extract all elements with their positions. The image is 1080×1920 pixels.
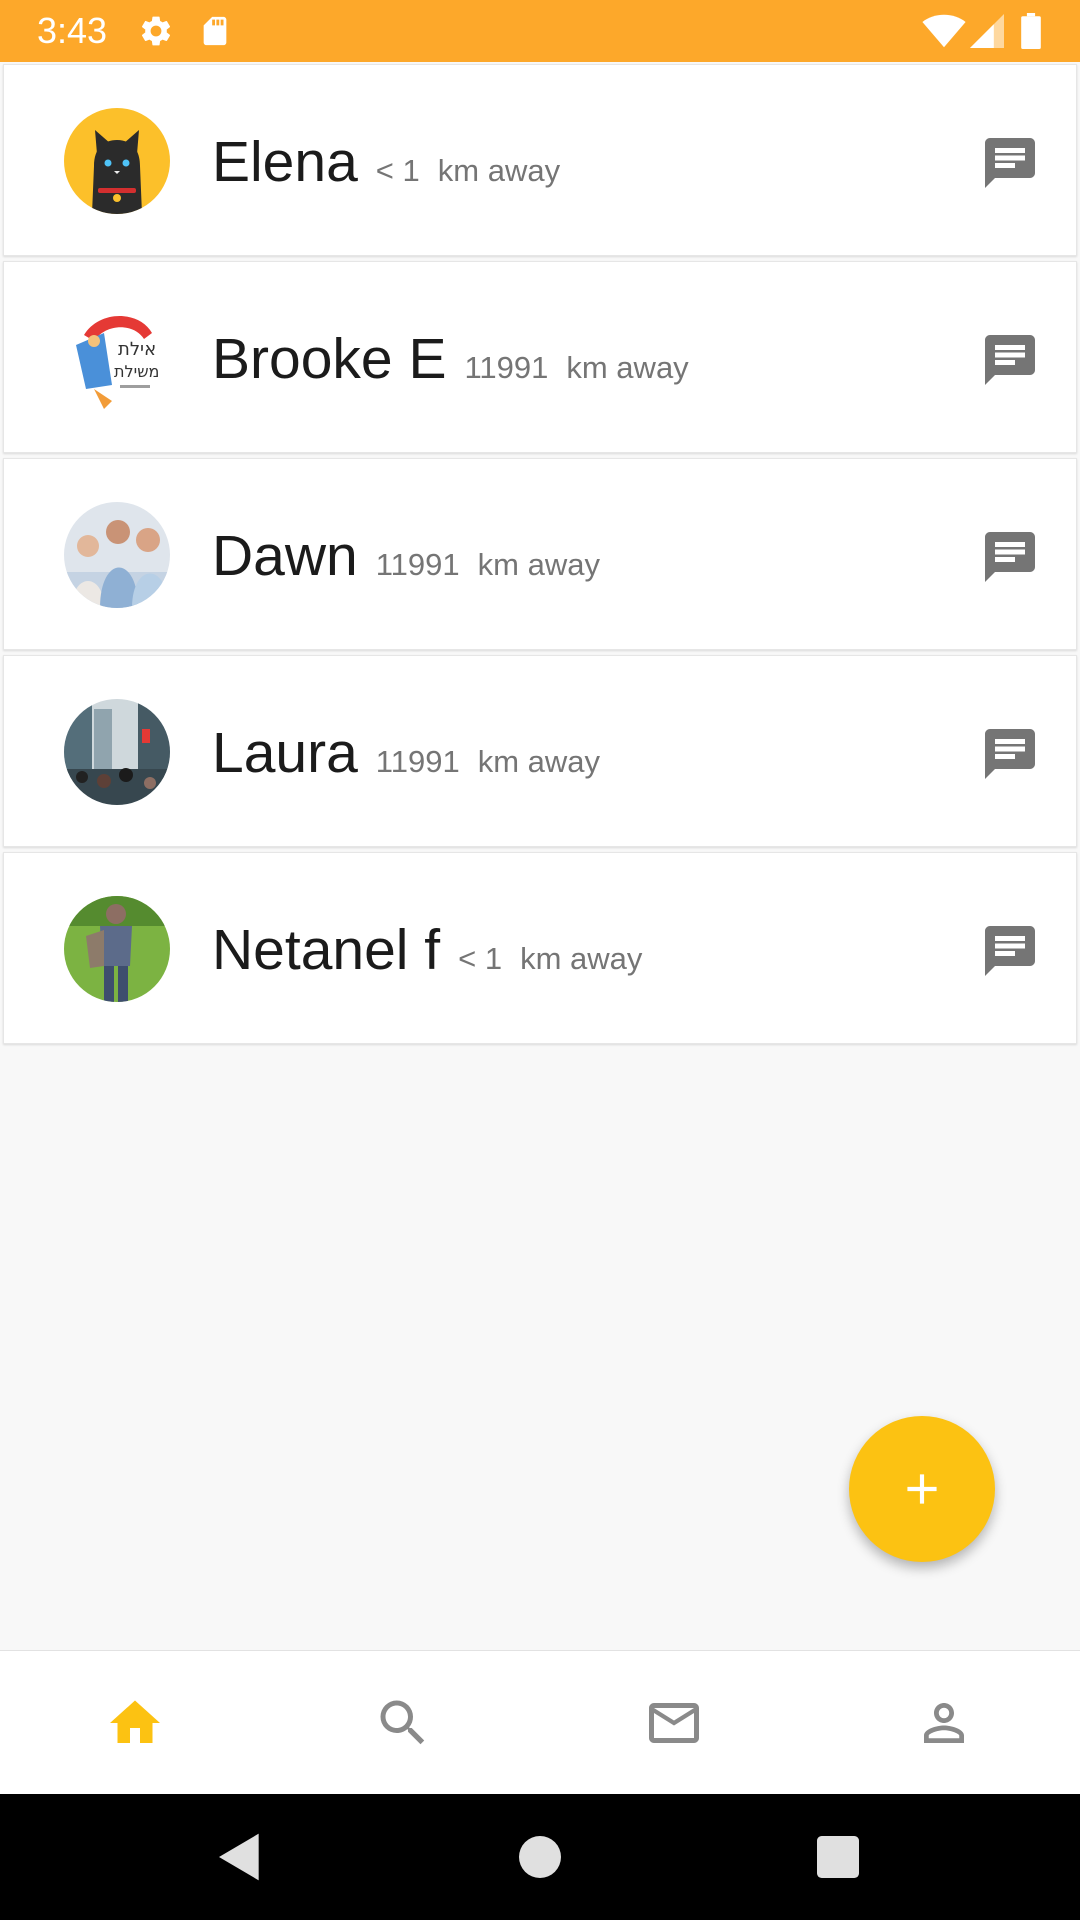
distance-value: < 1 [458, 941, 503, 976]
mail-icon [649, 1703, 699, 1743]
contact-name: Brooke E 11991 km away [212, 327, 689, 391]
bottom-navigation [0, 1650, 1080, 1794]
distance-unit: km away [477, 744, 601, 779]
city-photo-avatar [64, 699, 170, 805]
person-icon [924, 1703, 964, 1743]
cat-avatar [64, 108, 170, 214]
svg-text:אילת: אילת [118, 339, 156, 360]
message-icon[interactable] [980, 527, 1040, 587]
search-icon [380, 1700, 425, 1745]
add-button[interactable] [849, 1416, 995, 1562]
contact-card[interactable]: Netanel f < 1 km away [3, 852, 1077, 1044]
distance-value: < 1 [375, 153, 420, 188]
distance-value: 11991 [375, 744, 460, 779]
status-time: 3:43 [37, 10, 108, 51]
nav-home-button[interactable] [105, 1693, 165, 1753]
distance-value: 11991 [464, 350, 549, 385]
park-photo-avatar [64, 896, 170, 1002]
home-circle-icon[interactable] [512, 1829, 568, 1885]
plus-icon [907, 1474, 937, 1504]
distance-unit: km away [477, 547, 600, 582]
illustration-avatar: אילת משילת [64, 305, 170, 411]
back-icon[interactable] [212, 1829, 268, 1885]
nav-profile-button[interactable] [914, 1693, 974, 1753]
svg-text:משילת: משילת [114, 362, 159, 381]
distance-value: 11991 [375, 547, 460, 582]
contact-name: Netanel f < 1 km away [212, 918, 643, 982]
people-photo-avatar [64, 502, 170, 608]
contact-card[interactable]: אילת משילת Brooke E 11991 km away [3, 261, 1077, 453]
contact-card[interactable]: Laura 11991 km away [3, 655, 1077, 847]
status-bar: 3:43 [0, 0, 1080, 62]
message-icon[interactable] [980, 330, 1040, 390]
contact-name: Dawn 11991 km away [212, 524, 600, 588]
nav-search-button[interactable] [373, 1693, 433, 1753]
contact-card[interactable]: Dawn 11991 km away [3, 458, 1077, 650]
battery-icon [1020, 13, 1042, 54]
home-icon [110, 1700, 160, 1743]
message-icon[interactable] [980, 133, 1040, 193]
contact-card[interactable]: Elena < 1 km away [3, 64, 1077, 256]
wifi-icon [922, 13, 966, 54]
distance-unit: km away [520, 941, 643, 976]
message-icon[interactable] [980, 724, 1040, 784]
contact-name: Elena < 1 km away [212, 130, 561, 194]
nav-mail-button[interactable] [644, 1693, 704, 1753]
message-icon[interactable] [980, 921, 1040, 981]
distance-unit: km away [437, 153, 561, 188]
system-navigation-bar [0, 1794, 1080, 1920]
settings-icon [138, 13, 174, 54]
distance-unit: km away [566, 350, 689, 385]
signal-icon [970, 13, 1004, 54]
sd-card-icon [198, 13, 232, 54]
contact-name: Laura 11991 km away [212, 721, 601, 785]
recents-icon[interactable] [810, 1829, 866, 1885]
